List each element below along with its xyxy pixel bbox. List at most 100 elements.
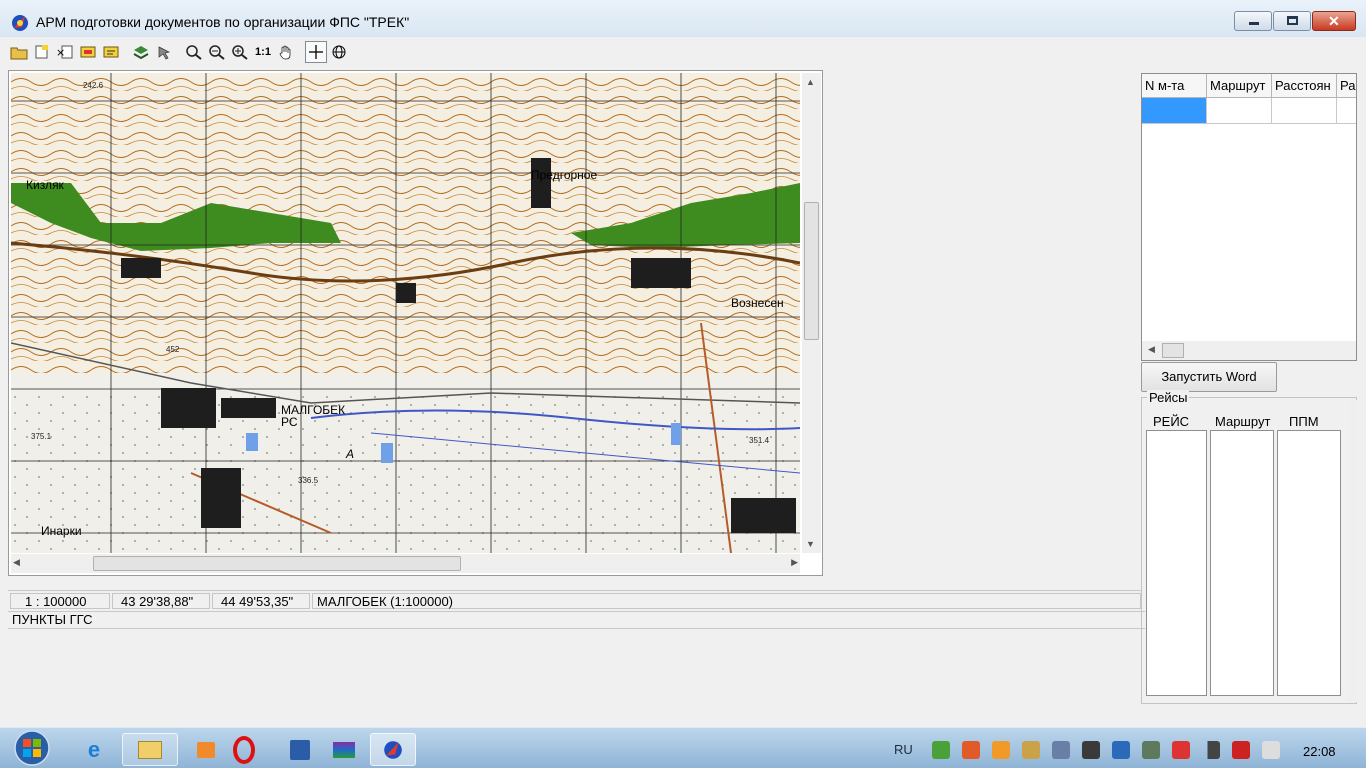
grid-header-point[interactable]: N м-та [1142,74,1207,98]
tray-flag-icon[interactable] [1172,741,1190,759]
word-icon [290,739,310,760]
flights-header-route: Маршрут [1215,414,1271,429]
close-icon: ✕ [1328,13,1340,29]
flights-header-flight: РЕЙС [1153,414,1190,429]
toolbar-separator [298,41,304,63]
folder-icon [138,740,162,759]
edit-button[interactable] [77,41,99,63]
grid-horizontal-scrollbar[interactable]: ◀ [1142,341,1356,360]
map-label-sheet: A [345,447,354,461]
flights-header-ppm: ППМ [1289,414,1319,429]
tray-app-icon[interactable] [992,741,1010,759]
clock[interactable]: 22:08 [1303,744,1336,759]
scale-1-1-label: 1:1 [255,46,271,58]
tray-network-icon[interactable] [1052,741,1070,759]
language-indicator[interactable]: RU [894,742,913,757]
pan-hand-icon [279,45,291,60]
taskbar-ie[interactable]: e [66,733,122,766]
layers-button[interactable] [130,41,152,63]
scroll-right-icon[interactable]: ▶ [791,557,798,568]
select-button[interactable] [153,41,175,63]
grid-header-route[interactable]: Маршрут [1207,74,1272,98]
flights-list[interactable] [1146,430,1207,696]
tray-volume-icon[interactable] [1262,741,1280,759]
scale-1-1-button[interactable]: 1:1 [252,41,274,63]
layers-icon [133,46,149,60]
delete-button[interactable]: × [54,41,76,63]
properties-icon [103,46,119,58]
scroll-left-icon[interactable]: ◀ [1148,344,1155,355]
ppm-list[interactable] [1277,430,1341,696]
grid-cell[interactable] [1207,98,1272,124]
zoom-in-button[interactable] [229,41,251,63]
zoom-in-icon [232,45,248,60]
minimize-button[interactable] [1234,11,1272,31]
opera-icon [233,735,255,764]
status-scale: 1 : 100000 [10,593,110,609]
tray-download-icon[interactable] [932,741,950,759]
tray-usb-icon[interactable] [1142,741,1160,759]
zoom-button[interactable] [183,41,205,63]
status-bar: 1 : 100000 43 29'38,88" 44 49'53,35" МАЛ… [8,590,1141,610]
flights-group-title: Рейсы [1147,390,1190,405]
map-label-town: Предгорное [531,168,597,182]
map-label-town: Кизляк [26,178,65,192]
map-horizontal-scroll-thumb[interactable] [93,556,461,571]
topographic-map: Кизляк Предгорное Вознесен МАЛГОБЕК Инар… [11,73,800,553]
crosshair-button[interactable] [305,41,327,63]
scroll-up-icon[interactable]: ▲ [806,77,815,87]
scroll-down-icon[interactable]: ▼ [806,539,815,549]
map-label-rc: РС [281,415,298,429]
taskbar-explorer[interactable] [122,733,178,766]
taskbar-arm-trek[interactable] [370,733,416,766]
new-icon [35,45,48,59]
grid-cell[interactable] [1337,98,1356,124]
tray-battery-icon[interactable] [1232,741,1250,759]
pan-button[interactable] [275,41,297,63]
minimize-icon [1249,22,1259,25]
window-title: АРМ подготовки документов по организации… [36,14,410,30]
taskbar-archiver[interactable] [316,733,372,766]
maximize-button[interactable] [1273,11,1311,31]
grid-header-distance[interactable]: Расстоян [1272,74,1337,98]
start-button[interactable] [11,729,53,767]
launch-word-button[interactable]: Запустить Word [1141,362,1277,392]
map-canvas[interactable]: Кизляк Предгорное Вознесен МАЛГОБЕК Инар… [11,73,800,553]
open-button[interactable] [8,41,30,63]
open-icon [10,47,28,60]
close-button[interactable]: ✕ [1312,11,1356,31]
map-vertical-scroll-thumb[interactable] [804,202,819,340]
status-latitude: 43 29'38,88" [112,593,210,609]
zoom-out-button[interactable] [206,41,228,63]
map-elevation: 351.4 [749,436,770,445]
grid-header-extra[interactable]: Ра [1337,74,1356,98]
tray-camera-icon[interactable] [1082,741,1100,759]
layer-label: ПУНКТЫ ГГС [8,611,1145,629]
select-icon [158,46,171,60]
tray-signal-icon[interactable] [1202,741,1220,759]
grid-cell-selected[interactable] [1142,98,1207,124]
app-icon [12,15,28,31]
flights-vertical-scrollbar[interactable] [1349,400,1357,702]
status-sheet: МАЛГОБЕК (1:100000) [312,593,1141,609]
taskbar-opera[interactable] [216,733,272,766]
properties-button[interactable] [100,41,122,63]
route-grid[interactable]: N м-та Маршрут Расстоян Ра [1141,73,1357,361]
delete-icon: × [56,45,73,59]
crosshair-icon [309,45,323,59]
map-elevation: 452 [166,345,180,354]
zoom-icon [186,45,202,60]
tray-settings-icon[interactable] [1112,741,1130,759]
maximize-icon [1287,16,1298,25]
tray-tool-icon[interactable] [962,741,980,759]
internet-explorer-icon: e [87,736,101,762]
routes-list[interactable] [1210,430,1274,696]
grid-scroll-thumb[interactable] [1162,343,1184,358]
scroll-left-icon[interactable]: ◀ [13,557,20,568]
new-button[interactable] [31,41,53,63]
tray-wand-icon[interactable] [1022,741,1040,759]
grid-cell[interactable] [1272,98,1337,124]
map-label-town: Инарки [41,524,82,538]
svg-text:×: × [56,46,65,59]
globe-button[interactable] [328,41,350,63]
